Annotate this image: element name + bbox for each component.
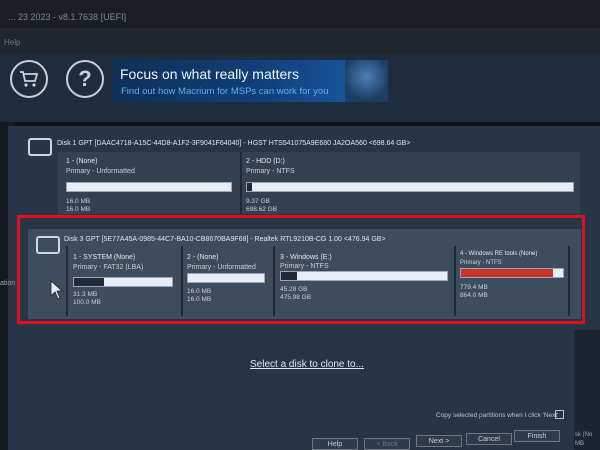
right-strip-text: sk (No bbox=[575, 432, 593, 438]
banner-link[interactable]: Find out how Macrium for MSPs can work f… bbox=[121, 86, 329, 97]
partition-usage-bar bbox=[66, 182, 232, 192]
partition-sizes: 16.0 MB 16.0 MB bbox=[66, 198, 90, 214]
window-title: ... 23 2023 - v8.1.7638 [UEFI] bbox=[8, 12, 127, 22]
partition-name: 1 - (None) bbox=[66, 158, 98, 165]
right-strip-text-2: MB bbox=[575, 441, 584, 447]
partition-used: 9.37 GB bbox=[246, 198, 270, 205]
partition-type: Primary - NTFS bbox=[246, 168, 295, 175]
copy-partitions-label: Copy selected partitions when I click 'N… bbox=[436, 412, 559, 419]
menu-help[interactable]: Help bbox=[4, 38, 20, 47]
partition-divider bbox=[240, 152, 242, 214]
next-button[interactable]: Next > bbox=[416, 435, 462, 447]
disk-drive-icon bbox=[28, 138, 52, 156]
partition-type: Primary - Unformatted bbox=[66, 168, 135, 175]
partition-sizes: 9.37 GB 698.62 GB bbox=[246, 198, 277, 214]
partition-total: 16.0 MB bbox=[66, 206, 91, 213]
cancel-button[interactable]: Cancel bbox=[466, 433, 512, 445]
copy-partitions-checkbox[interactable] bbox=[555, 410, 564, 419]
partition-total: 698.62 GB bbox=[246, 206, 278, 213]
partition-usage-bar bbox=[246, 182, 574, 192]
partition-used: 16.0 MB bbox=[66, 198, 91, 205]
partition-name: 2 - HDD (D:) bbox=[246, 158, 285, 165]
select-clone-target-link[interactable]: Select a disk to clone to... bbox=[250, 359, 364, 370]
left-truncated-label: ation bbox=[0, 280, 16, 287]
selection-highlight bbox=[17, 215, 585, 324]
back-button[interactable]: < Back bbox=[364, 438, 410, 450]
finish-button[interactable]: Finish bbox=[514, 430, 560, 442]
banner-photo bbox=[345, 60, 388, 102]
disk1-title: Disk 1 GPT [DAAC4718-A15C-44D8-A1F2-3F90… bbox=[57, 140, 411, 147]
menu-bar bbox=[0, 28, 600, 54]
help-button[interactable]: Help bbox=[312, 438, 358, 450]
question-mark-icon[interactable]: ? bbox=[66, 60, 104, 98]
shopping-cart-icon[interactable] bbox=[10, 60, 48, 98]
shopping-cart-icon-glyph bbox=[20, 71, 39, 87]
banner-headline: Focus on what really matters bbox=[120, 66, 299, 82]
